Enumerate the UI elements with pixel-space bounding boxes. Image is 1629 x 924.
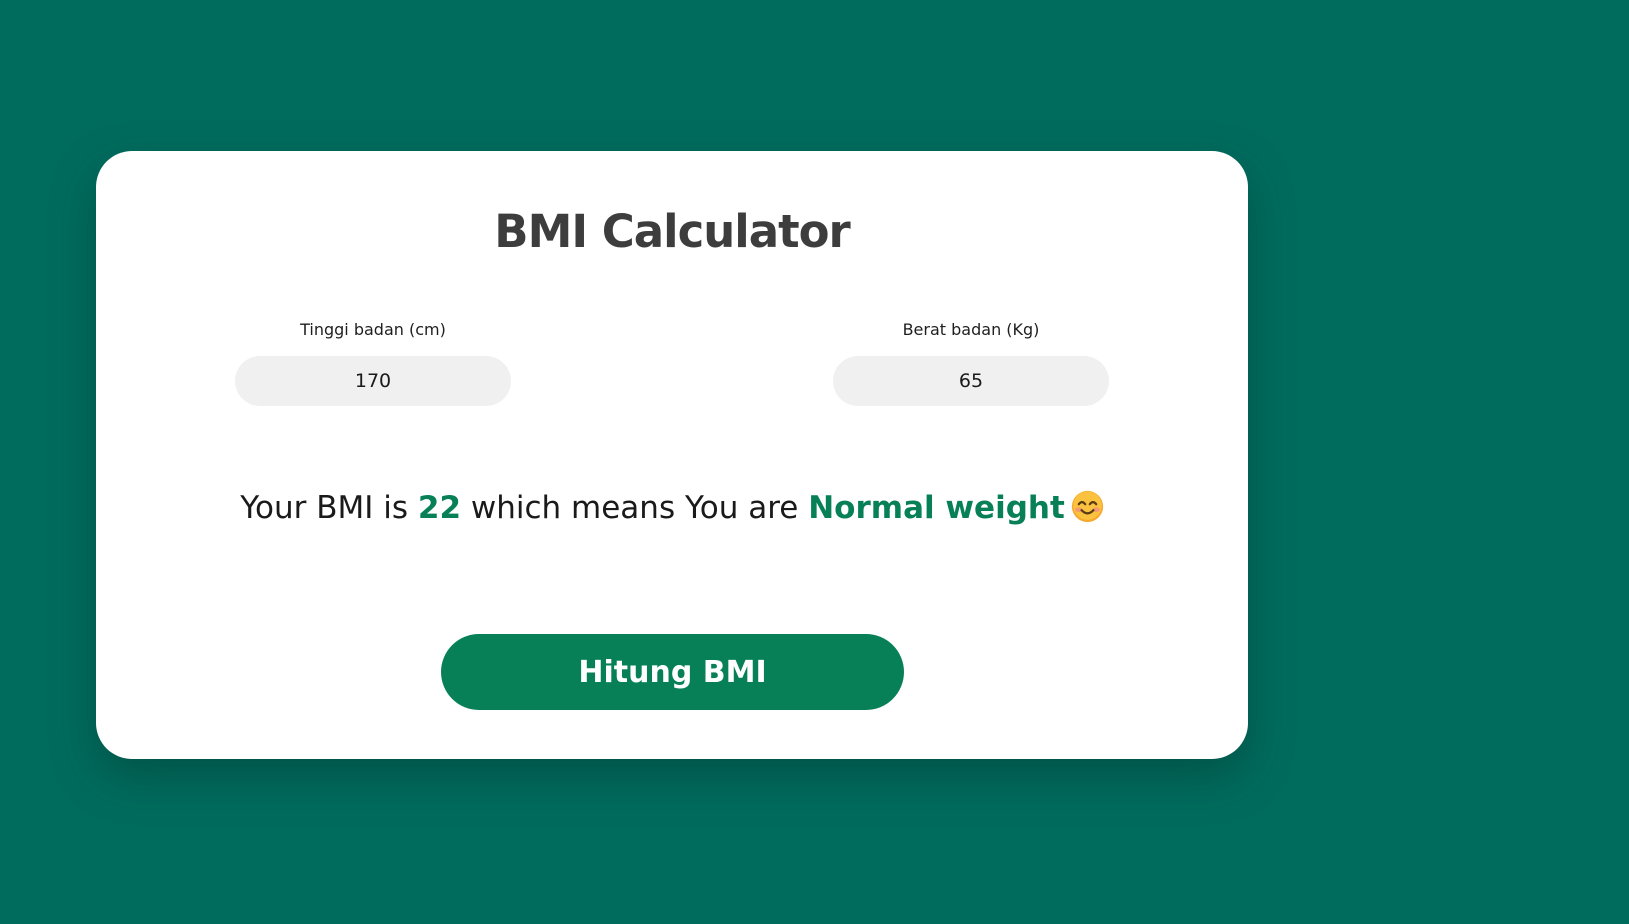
smiling-face-icon bbox=[1071, 490, 1104, 523]
weight-input[interactable] bbox=[833, 356, 1109, 406]
page-title: BMI Calculator bbox=[494, 205, 850, 258]
result-middle: which means You are bbox=[461, 490, 809, 526]
bmi-result-text: Your BMI is 22 which means You are Norma… bbox=[160, 486, 1184, 530]
bmi-category: Normal weight bbox=[808, 490, 1065, 526]
calculate-bmi-button[interactable]: Hitung BMI bbox=[441, 634, 904, 710]
height-input[interactable] bbox=[235, 356, 511, 406]
bmi-value: 22 bbox=[417, 490, 462, 526]
result-prefix: Your BMI is bbox=[240, 490, 418, 526]
weight-label: Berat badan (Kg) bbox=[902, 320, 1040, 339]
height-label: Tinggi badan (cm) bbox=[300, 320, 446, 339]
